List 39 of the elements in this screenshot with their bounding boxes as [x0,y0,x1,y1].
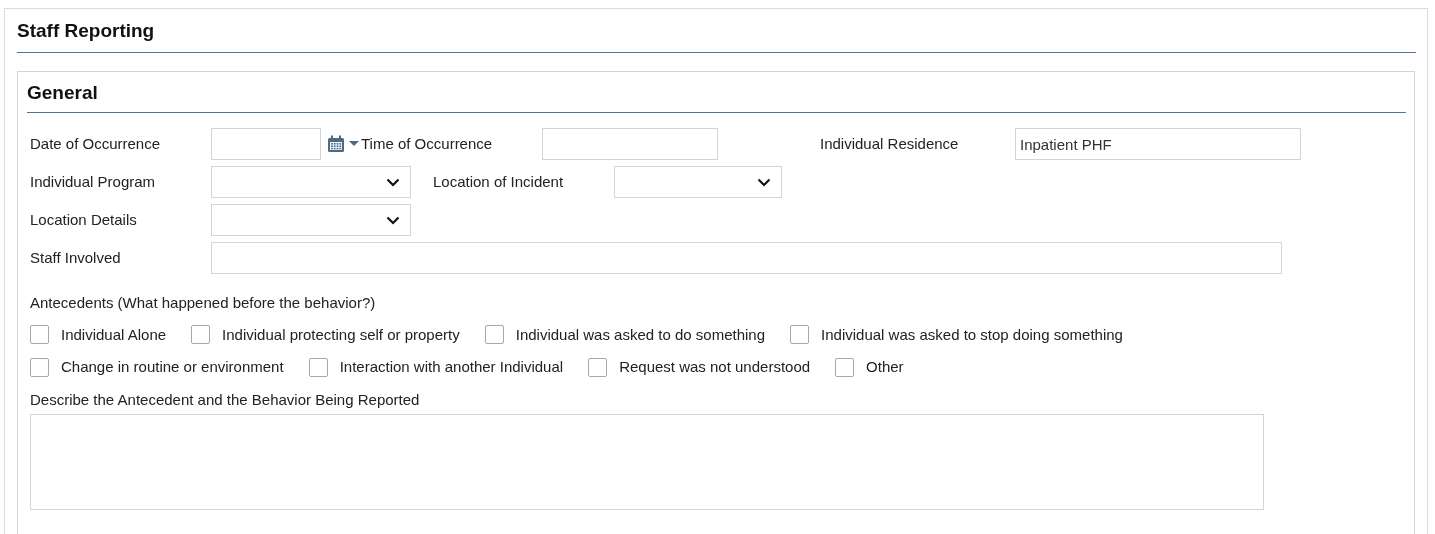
checkbox-label: Request was not understood [619,357,811,377]
checkbox-label: Change in routine or environment [61,357,284,377]
field-label: Staff Involved [30,247,121,268]
checkbox[interactable] [30,325,49,345]
field-label: Time of Occurrence [361,133,493,154]
dropdown-field[interactable] [614,166,782,198]
chevron-down-icon [757,177,771,187]
chevron-down-icon [386,177,400,187]
checkbox-label: Other [866,357,904,377]
description-textarea[interactable] [30,414,1264,510]
checkbox-label: Interaction with another Individual [339,357,564,377]
checkbox[interactable] [30,357,49,377]
date-field[interactable] [211,128,321,160]
field-label: Date of Occurrence [30,133,161,154]
field-label: Location Details [30,209,137,230]
page-title: Staff Reporting [17,19,156,43]
dropdown-field[interactable] [211,204,411,236]
checkbox-label: Individual was asked to do something [515,324,766,345]
text-field[interactable] [211,242,1282,274]
checkbox[interactable] [484,325,504,345]
calendar-dropdown-icon[interactable] [327,135,361,153]
field-label: Location of Incident [433,171,564,192]
checkbox-label: Individual was asked to stop doing something [821,324,1123,345]
checkbox-label: Individual protecting self or property [222,324,460,345]
text-field[interactable] [542,128,718,160]
antecedents-label: Antecedents (What happened before the behavior?) [30,293,377,313]
field-label: Individual Residence [820,133,959,154]
dropdown-field[interactable] [211,166,411,198]
checkbox[interactable] [835,357,855,377]
checkbox[interactable] [191,325,211,345]
description-label: Describe the Antecedent and the Behavior Being Reported [30,389,421,410]
checkbox[interactable] [308,357,328,377]
chevron-down-icon [386,215,400,225]
section-title: General [27,80,99,105]
checkbox[interactable] [790,325,810,345]
text-field[interactable]: Inpatient PHF [1015,128,1301,160]
checkbox[interactable] [588,357,608,377]
field-label: Individual Program [30,171,156,192]
checkbox-label: Individual Alone [61,324,167,345]
